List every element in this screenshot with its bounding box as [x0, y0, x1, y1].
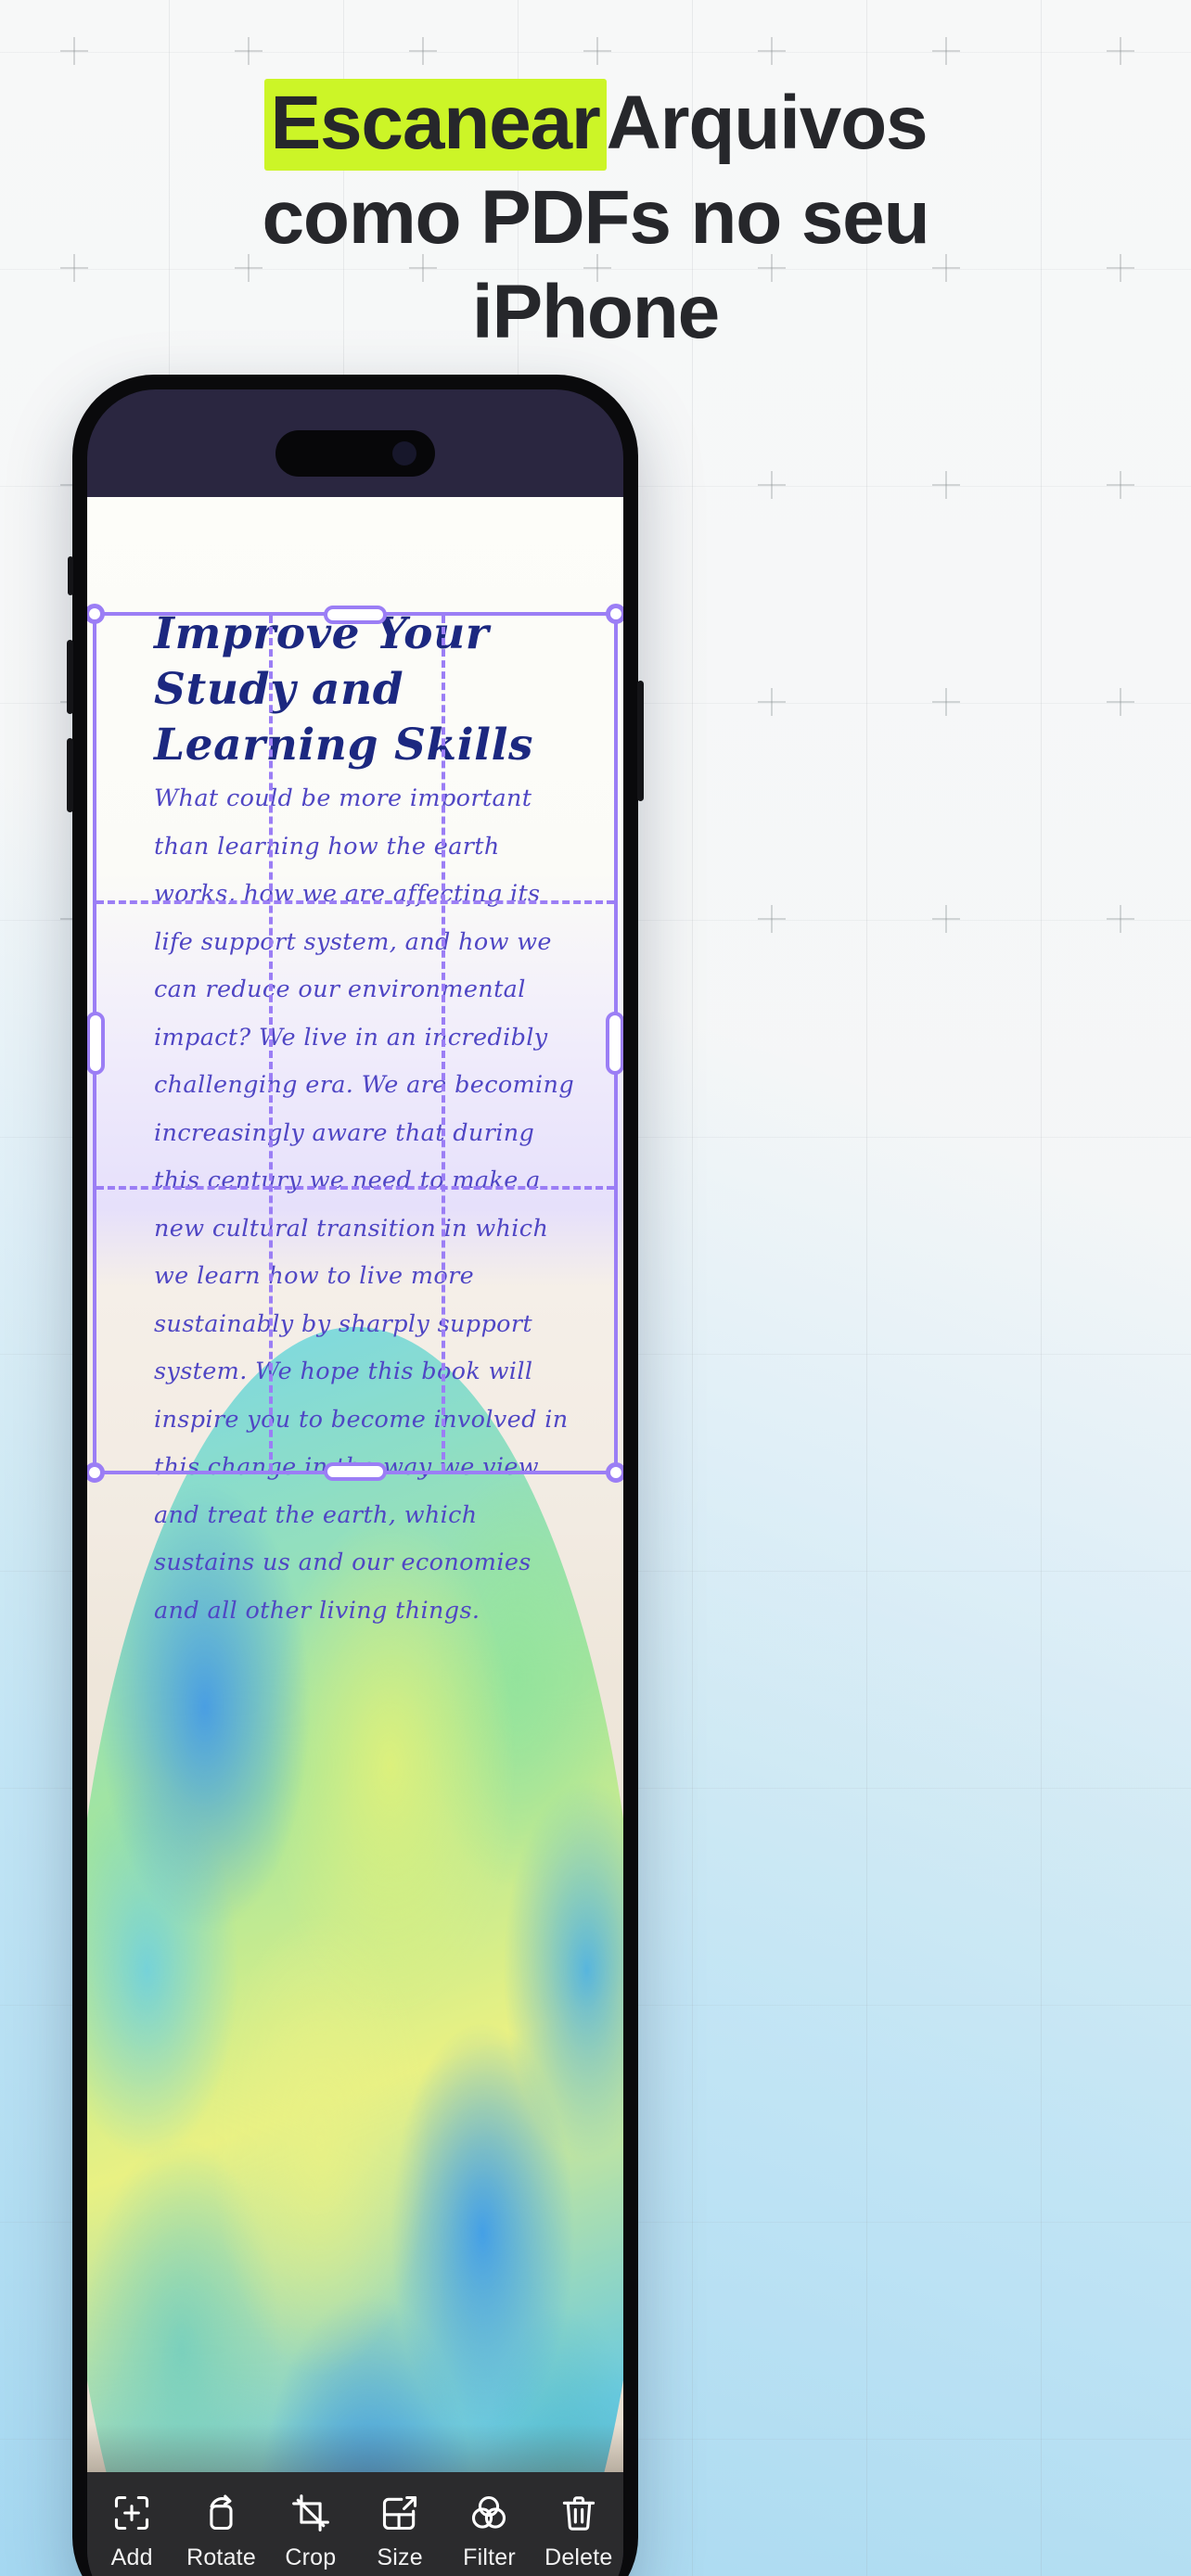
crop-handle-bottom[interactable]: [324, 1462, 387, 1481]
toolbar-label-filter: Filter: [463, 2544, 516, 2570]
power-button[interactable]: [637, 681, 644, 801]
crop-handle-top[interactable]: [324, 606, 387, 624]
headline-highlight: Escanear: [263, 79, 607, 171]
toolbar-label-rotate: Rotate: [186, 2544, 256, 2570]
scan-preview[interactable]: Improve Your Study and Learning Skills W…: [87, 497, 623, 2472]
toolbar-label-delete: Delete: [544, 2544, 613, 2570]
editor-toolbar: Add Rotate Crop Size Filter Delete: [87, 2472, 623, 2576]
headline-line-3: iPhone: [471, 270, 720, 354]
crop-handle-left[interactable]: [87, 1012, 105, 1075]
crop-grid-line-vertical-2: [441, 616, 445, 1471]
dynamic-island: [275, 430, 435, 477]
toolbar-label-add: Add: [110, 2544, 153, 2570]
iphone-mockup: Improve Your Study and Learning Skills W…: [67, 375, 644, 2576]
toolbar-button-rotate[interactable]: Rotate: [176, 2493, 265, 2571]
phone-screen: Improve Your Study and Learning Skills W…: [87, 389, 623, 2576]
crop-grid-line-horizontal-1: [96, 900, 614, 905]
crop-handle-top-left[interactable]: [87, 604, 105, 624]
resize-icon: [383, 2495, 417, 2531]
crop-grid-line-vertical-1: [268, 616, 273, 1471]
trash-icon: [562, 2496, 595, 2531]
toolbar-label-size: Size: [377, 2544, 423, 2570]
toolbar-button-filter[interactable]: Filter: [444, 2493, 533, 2571]
toolbar-label-crop: Crop: [285, 2544, 337, 2570]
crop-handle-top-right[interactable]: [606, 604, 623, 624]
volume-down-button[interactable]: [67, 738, 73, 812]
filter-circles-icon: [472, 2495, 506, 2529]
crop-icon: [291, 2494, 329, 2531]
crop-handle-bottom-right[interactable]: [606, 1462, 623, 1483]
add-frame-icon: [115, 2495, 149, 2531]
toolbar-button-crop[interactable]: Crop: [266, 2493, 355, 2571]
volume-up-button[interactable]: [67, 640, 73, 714]
paper-torn-edge: [87, 2424, 623, 2472]
crop-selection-overlay[interactable]: [87, 604, 623, 1483]
crop-grid-line-horizontal-2: [96, 1185, 614, 1190]
crop-handle-right[interactable]: [606, 1012, 623, 1075]
headline-line-1-rest: Arquivos: [606, 81, 928, 165]
page-title: EscanearArquivos como PDFs no seu iPhone: [0, 79, 1191, 369]
headline-line-1: EscanearArquivos: [0, 79, 1191, 171]
rotate-icon: [210, 2494, 234, 2531]
toolbar-button-add[interactable]: Add: [87, 2493, 176, 2571]
headline-line-2: como PDFs no seu: [262, 175, 930, 260]
mute-switch[interactable]: [68, 556, 73, 595]
toolbar-button-size[interactable]: Size: [355, 2493, 444, 2571]
front-camera-icon: [392, 441, 416, 465]
toolbar-button-delete[interactable]: Delete: [534, 2493, 623, 2571]
